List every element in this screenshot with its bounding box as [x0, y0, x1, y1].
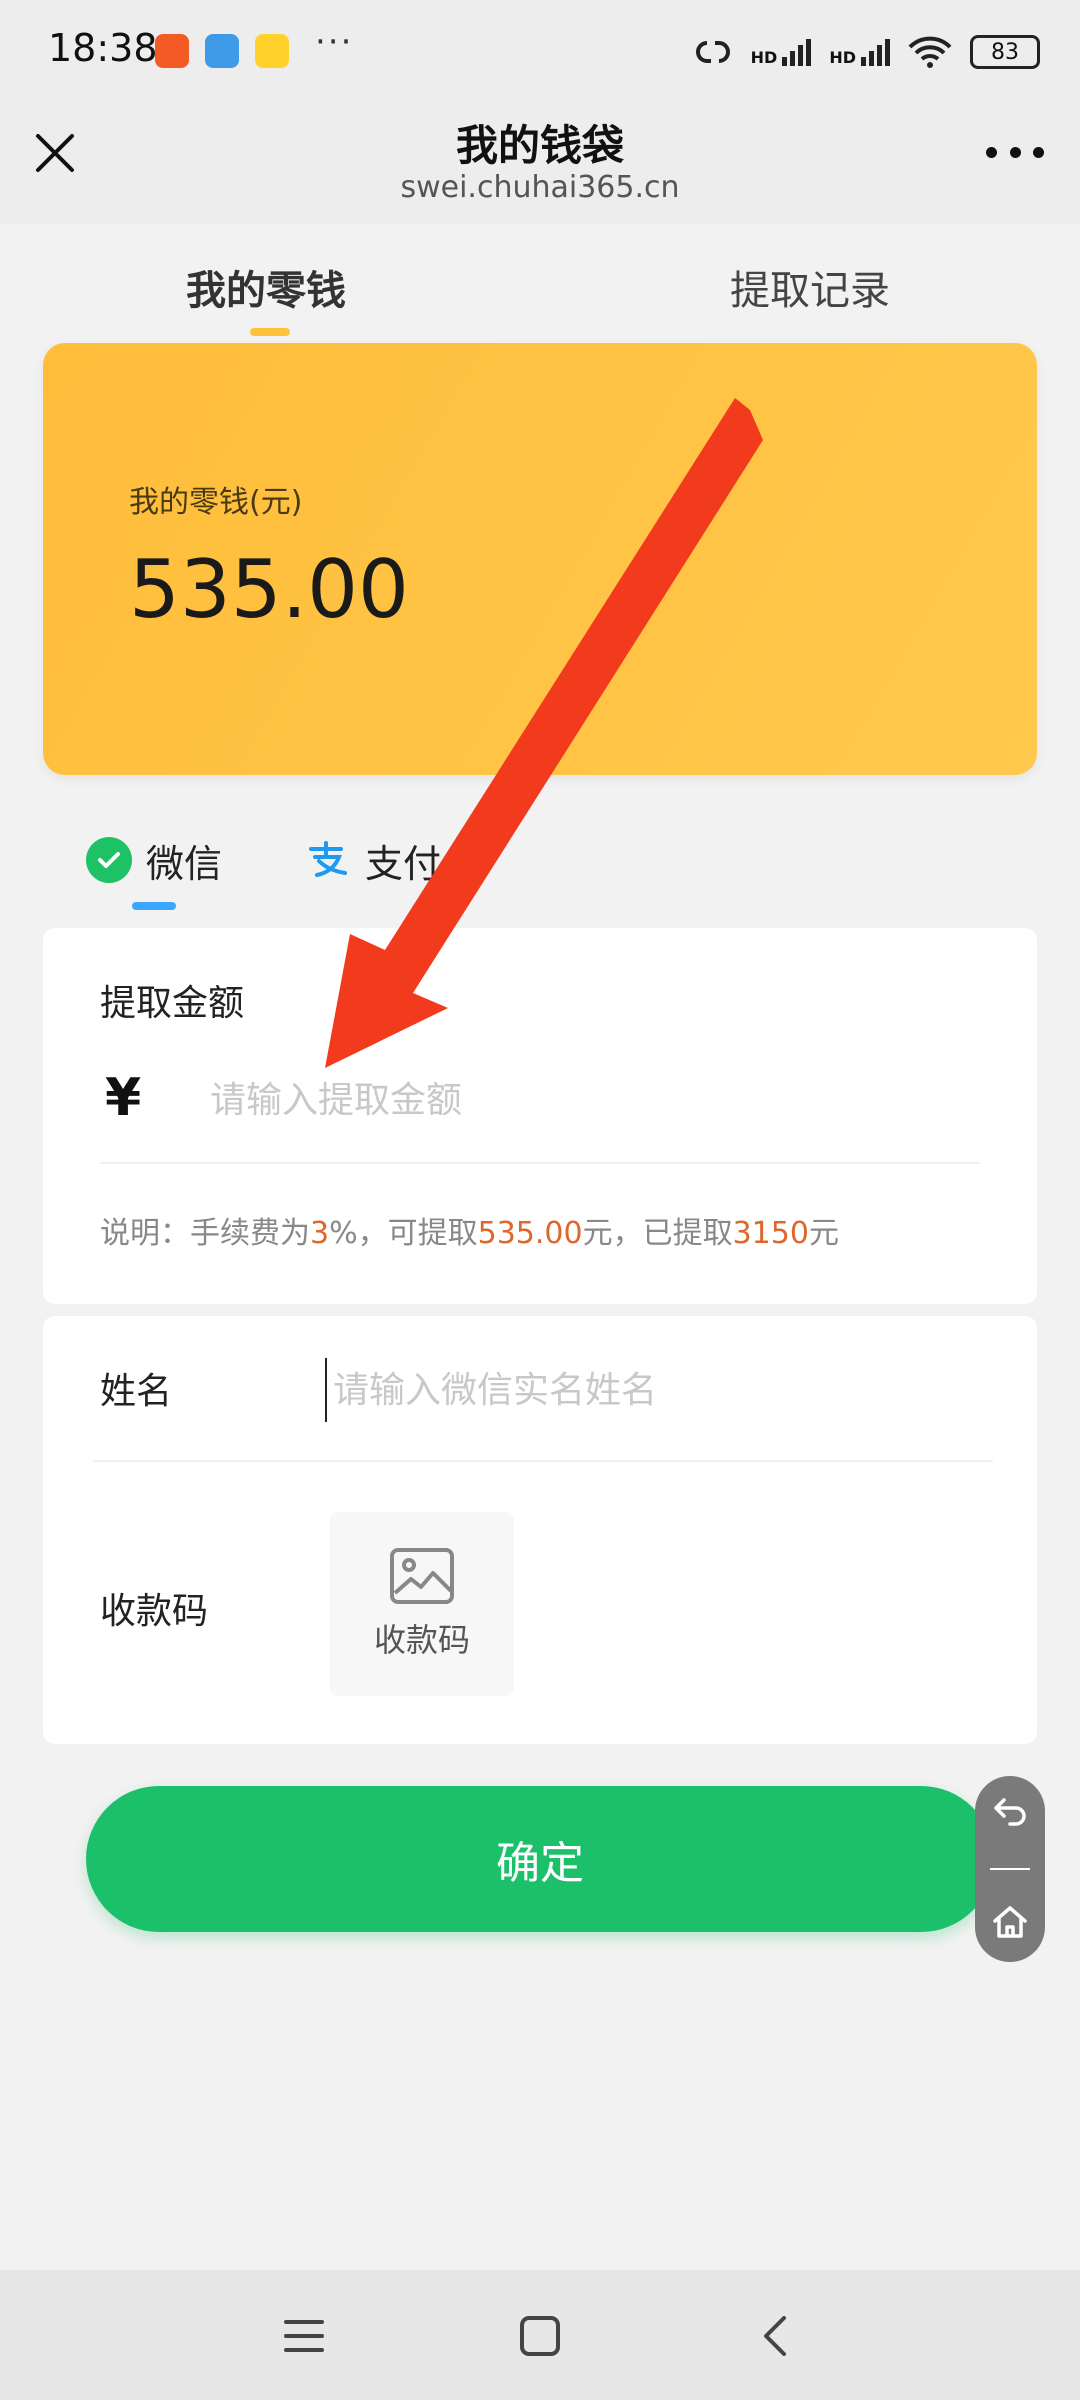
- battery-icon: 83: [970, 35, 1040, 69]
- payee-info-panel: 姓名 收款码 收款码: [43, 1316, 1037, 1744]
- status-indicators: HD HD 83: [693, 30, 1040, 74]
- system-nav-bar: [0, 2270, 1080, 2400]
- page-url: swei.chuhai365.cn: [400, 170, 680, 205]
- divider: [93, 1460, 993, 1462]
- confirm-button[interactable]: 确定: [86, 1786, 994, 1932]
- method-active-indicator: [132, 902, 176, 910]
- available-amount: 535.00: [477, 1216, 583, 1251]
- status-time: 18:38: [48, 26, 158, 70]
- more-icon: [986, 146, 997, 158]
- amount-title: 提取金额: [100, 983, 245, 1024]
- more-menu-button[interactable]: [986, 142, 1044, 162]
- balance-card: 我的零钱(元) 535.00: [43, 343, 1037, 775]
- floating-nav: [975, 1776, 1045, 1962]
- wechat-icon: [86, 837, 132, 883]
- method-label: 微信: [146, 841, 223, 886]
- app-notification-icon: [205, 34, 239, 68]
- tab-active-indicator: [250, 328, 290, 336]
- withdrawn-amount: 3150: [732, 1216, 809, 1251]
- fee-note: 说明：手续费为3%，可提取535.00元，已提取3150元: [100, 1216, 839, 1251]
- divider: [100, 1162, 980, 1164]
- alipay-icon: [305, 837, 351, 883]
- amount-input[interactable]: [210, 1068, 970, 1132]
- qr-upload-label: 收款码: [373, 1621, 470, 1659]
- tab-my-change[interactable]: 我的零钱: [186, 258, 346, 316]
- divider: [990, 1868, 1030, 1870]
- home-icon: [993, 1906, 1027, 1938]
- signal-icon: HD: [751, 37, 812, 67]
- menu-icon: [284, 2320, 324, 2352]
- wifi-icon: [908, 36, 952, 68]
- fee-rate: 3: [310, 1216, 330, 1251]
- status-more-icon: ···: [315, 22, 354, 62]
- name-label: 姓名: [100, 1371, 173, 1412]
- name-input[interactable]: [325, 1358, 1005, 1422]
- method-label: 支付: [365, 841, 442, 886]
- link-icon: [695, 41, 730, 63]
- status-bar: 18:38 ··· HD HD 83: [0, 0, 1080, 100]
- back-nav-button[interactable]: [746, 2306, 806, 2366]
- page-title: 我的钱袋: [455, 121, 624, 170]
- balance-value: 535.00: [129, 543, 409, 636]
- title-bar: 我的钱袋 swei.chuhai365.cn: [0, 100, 1080, 224]
- qr-label: 收款码: [100, 1591, 209, 1632]
- recents-button[interactable]: [274, 2306, 334, 2366]
- return-icon: [994, 1798, 1026, 1826]
- chevron-left-icon: [764, 2316, 786, 2356]
- method-tab-wechat[interactable]: 微信: [86, 830, 222, 890]
- currency-symbol: ¥: [105, 1068, 142, 1128]
- qr-upload-button[interactable]: 收款码: [330, 1512, 514, 1696]
- back-button[interactable]: [990, 1792, 1030, 1836]
- home-nav-button[interactable]: [510, 2306, 570, 2366]
- signal-icon: HD: [829, 37, 890, 67]
- home-button[interactable]: [990, 1902, 1030, 1946]
- balance-label: 我的零钱(元): [129, 485, 303, 520]
- square-icon: [520, 2316, 560, 2356]
- withdraw-amount-panel: 提取金额 ¥ 说明：手续费为3%，可提取535.00元，已提取3150元: [43, 928, 1037, 1304]
- tab-withdraw-records[interactable]: 提取记录: [730, 258, 890, 316]
- app-notification-icon: [155, 34, 189, 68]
- image-icon: [390, 1548, 454, 1604]
- method-tab-alipay[interactable]: 支付: [305, 830, 441, 890]
- app-notification-icon: [255, 34, 289, 68]
